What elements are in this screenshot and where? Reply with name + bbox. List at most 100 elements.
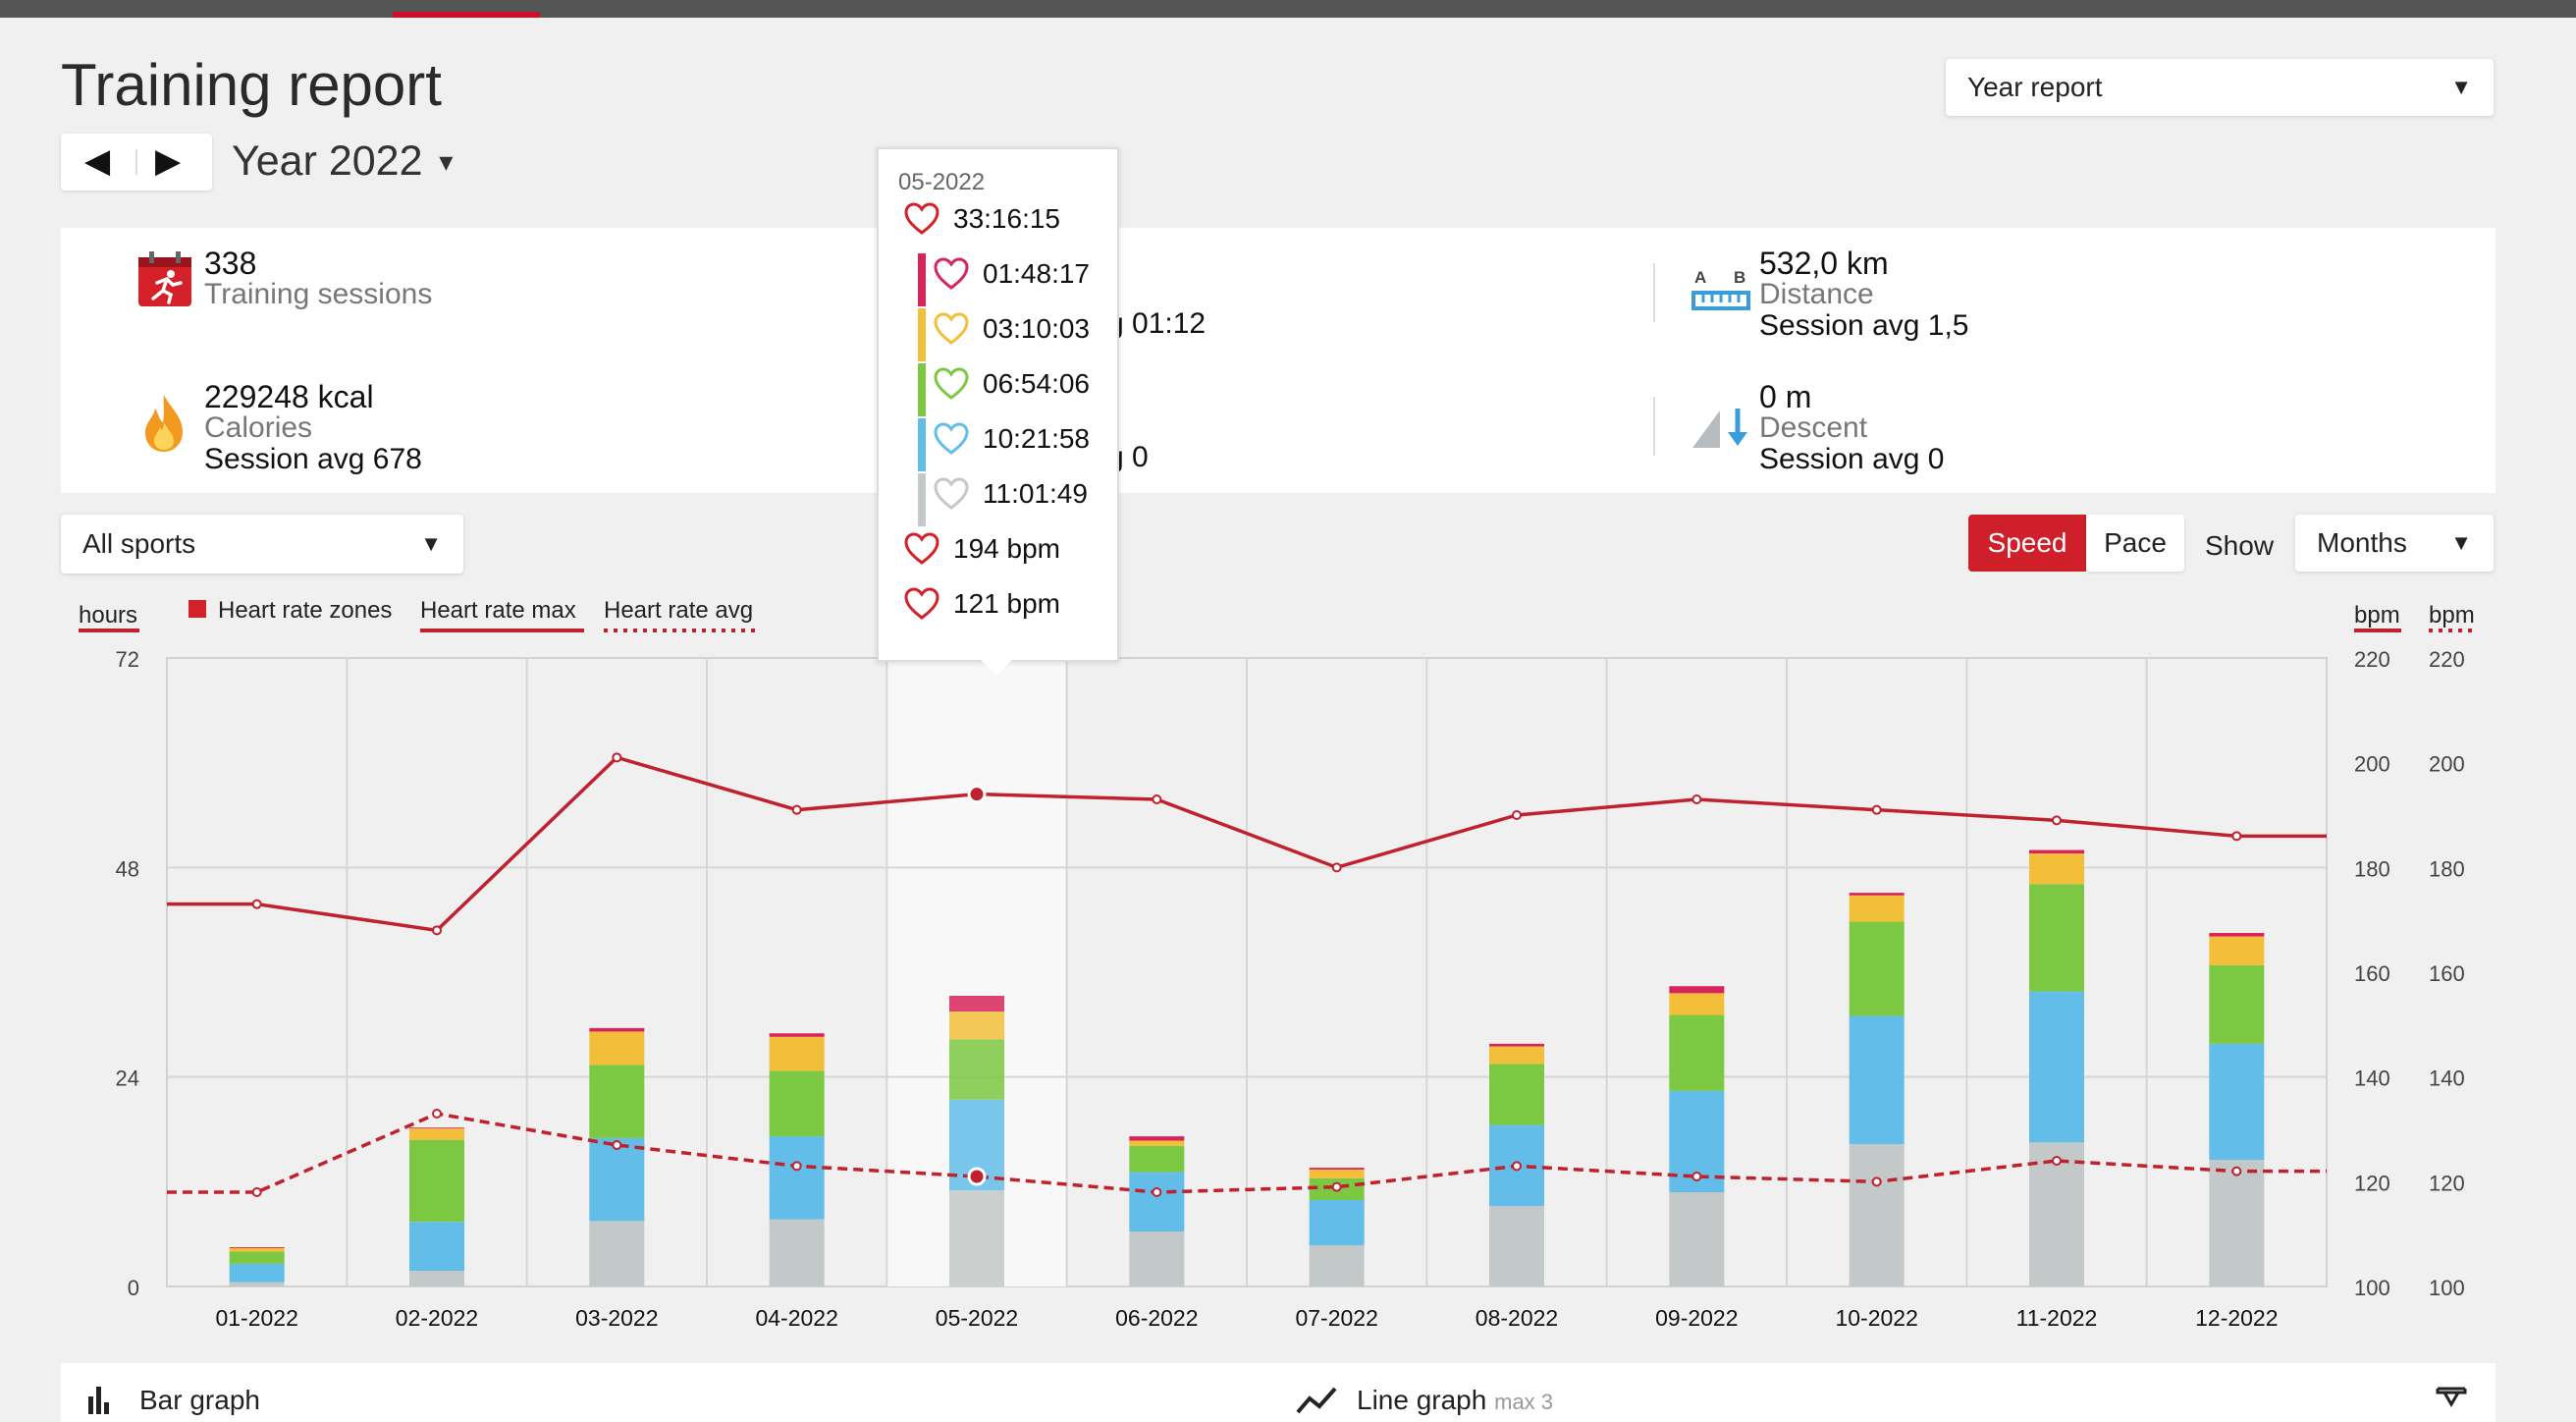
bar-segment-zone3 bbox=[589, 1065, 645, 1138]
line-graph-option[interactable]: Line graph max 3 bbox=[1357, 1385, 1553, 1416]
hr-avg-legend-label[interactable]: Heart rate avg bbox=[604, 597, 753, 624]
bar-segment-zone2 bbox=[409, 1222, 464, 1271]
x-tick-label: 02-2022 bbox=[396, 1305, 478, 1331]
tooltip-pointer bbox=[977, 656, 1016, 676]
distance-label: Distance bbox=[1759, 278, 1874, 310]
bar-segment-zone3 bbox=[949, 1039, 1004, 1100]
bar-segment-zone4 bbox=[949, 1012, 1004, 1040]
nav-divider bbox=[135, 149, 137, 175]
bar-segment-zone3 bbox=[769, 1070, 825, 1137]
bar-segment-zone2 bbox=[2029, 991, 2084, 1143]
bar-segment-zone4 bbox=[1489, 1046, 1544, 1065]
training-chart: hours Heart rate zones Heart rate max He… bbox=[79, 597, 2476, 1331]
year-selector[interactable]: Year 2022 ▼ bbox=[232, 137, 457, 186]
zone5-bar bbox=[918, 253, 926, 306]
zones-legend-label[interactable]: Heart rate zones bbox=[218, 597, 392, 624]
sport-filter-dropdown[interactable]: All sports ▼ bbox=[61, 515, 463, 574]
bpm-tick-label: 160 bbox=[2429, 961, 2465, 986]
zone2-time: 10:21:58 bbox=[983, 423, 1090, 454]
bar-segment-zone5 bbox=[1489, 1043, 1544, 1047]
bar-segment-zone5 bbox=[2209, 933, 2265, 937]
report-type-dropdown[interactable]: Year report ▼ bbox=[1946, 59, 2494, 116]
sport-filter-value: All sports bbox=[82, 528, 196, 559]
page-title: Training report bbox=[61, 52, 442, 118]
pace-toggle-button[interactable]: Pace bbox=[2086, 515, 2184, 572]
period-navigation: ◀ ▶ bbox=[61, 134, 212, 191]
hr-max-legend-label[interactable]: Heart rate max bbox=[420, 597, 576, 624]
bpm-axis-label-2[interactable]: bpm bbox=[2429, 602, 2475, 629]
heart-icon bbox=[934, 312, 969, 345]
x-tick-label: 06-2022 bbox=[1115, 1305, 1198, 1331]
line-graph-icon[interactable] bbox=[1296, 1385, 1339, 1414]
bar-segment-zone5 bbox=[1309, 1168, 1365, 1170]
bpm-axis-label-1[interactable]: bpm bbox=[2354, 602, 2400, 629]
hours-axis-label[interactable]: hours bbox=[79, 602, 137, 629]
bar-graph-icon[interactable] bbox=[86, 1385, 112, 1414]
bar-segment-zone4 bbox=[1669, 993, 1725, 1015]
graph-type-panel: Bar graph Line graph max 3 bbox=[61, 1363, 2496, 1422]
hr-avg-line-point bbox=[432, 1109, 442, 1119]
descent-value: 0 m bbox=[1759, 379, 1812, 414]
heart-icon bbox=[934, 367, 969, 400]
bpm-tick-label: 200 bbox=[2354, 752, 2390, 777]
bar-segment-zone1 bbox=[409, 1271, 464, 1286]
previous-period-button[interactable]: ◀ bbox=[84, 141, 110, 181]
zone4-bar bbox=[918, 308, 926, 361]
tooltip-total-row: 33:16:15 bbox=[904, 202, 1060, 236]
hr-max-line-point bbox=[791, 804, 802, 815]
bar-segment-zone3 bbox=[1849, 921, 1905, 1016]
bar-segment-zone4 bbox=[229, 1247, 285, 1252]
hr-avg-line-point bbox=[791, 1161, 802, 1172]
active-tab-indicator bbox=[393, 12, 540, 18]
bar-segment-zone4 bbox=[2209, 936, 2265, 965]
period-dropdown[interactable]: Months ▼ bbox=[2295, 515, 2494, 572]
bar-segment-zone5 bbox=[589, 1027, 645, 1032]
line-graph-max-note: max 3 bbox=[1494, 1390, 1554, 1414]
bar-segment-zone5 bbox=[409, 1127, 464, 1129]
hr-avg-line-point bbox=[2052, 1156, 2062, 1166]
bar-segment-zone1 bbox=[1309, 1245, 1365, 1286]
hr-max-line-point bbox=[251, 899, 262, 909]
y-tick-label: 0 bbox=[128, 1276, 139, 1300]
bpm-tick-label: 140 bbox=[2429, 1066, 2465, 1091]
bar-segment-zone3 bbox=[2029, 884, 2084, 992]
bpm-tick-label: 100 bbox=[2354, 1276, 2390, 1300]
x-tick-label: 08-2022 bbox=[1476, 1305, 1558, 1331]
speed-toggle-button[interactable]: Speed bbox=[1968, 515, 2086, 572]
bar-segment-zone1 bbox=[2209, 1160, 2265, 1286]
bar-segment-zone3 bbox=[1669, 1014, 1725, 1091]
heart-icon bbox=[934, 257, 969, 290]
chevron-down-icon: ▼ bbox=[434, 149, 458, 177]
calendar-run-icon bbox=[138, 251, 191, 306]
next-period-button[interactable]: ▶ bbox=[155, 141, 181, 181]
tooltip-zone3-row: 06:54:06 bbox=[934, 367, 1090, 401]
bpm-tick-label: 120 bbox=[2429, 1171, 2465, 1195]
bar-segment-zone4 bbox=[1129, 1140, 1185, 1146]
hr-avg-line-point bbox=[1512, 1161, 1522, 1172]
bar-segment-zone1 bbox=[229, 1282, 285, 1286]
flame-icon bbox=[145, 395, 183, 452]
year-label: Year 2022 bbox=[232, 137, 423, 185]
sessions-stat: 338 Training sessions bbox=[204, 247, 432, 310]
descent-stat: 0 m Descent Session avg 0 bbox=[1759, 381, 1944, 475]
bpm-tick-label: 140 bbox=[2354, 1066, 2390, 1091]
bar-segment-zone3 bbox=[229, 1251, 285, 1264]
bar-segment-zone3 bbox=[1129, 1145, 1185, 1173]
hr-max-line-point bbox=[1871, 804, 1882, 815]
distance-stat: 532,0 km Distance Session avg 1,5 bbox=[1759, 247, 1968, 342]
bar-segment-zone1 bbox=[1489, 1206, 1544, 1286]
bar-graph-option[interactable]: Bar graph bbox=[139, 1385, 260, 1416]
bpm-tick-label: 220 bbox=[2429, 647, 2465, 672]
zone5-time: 01:48:17 bbox=[983, 258, 1090, 289]
bar-segment-zone1 bbox=[1129, 1231, 1185, 1286]
filter-icon[interactable] bbox=[2435, 1383, 2468, 1416]
chevron-down-icon: ▼ bbox=[420, 531, 442, 556]
bpm-tick-label: 120 bbox=[2354, 1171, 2390, 1195]
bar-segment-zone5 bbox=[229, 1247, 285, 1248]
chevron-down-icon: ▼ bbox=[2450, 530, 2472, 555]
hr-avg-line-point bbox=[1871, 1176, 1882, 1187]
tooltip-avg-hr: 121 bpm bbox=[953, 588, 1060, 619]
sessions-value: 338 bbox=[204, 246, 257, 281]
bar-segment-zone5 bbox=[1129, 1136, 1185, 1141]
bpm-tick-label: 100 bbox=[2429, 1276, 2465, 1300]
